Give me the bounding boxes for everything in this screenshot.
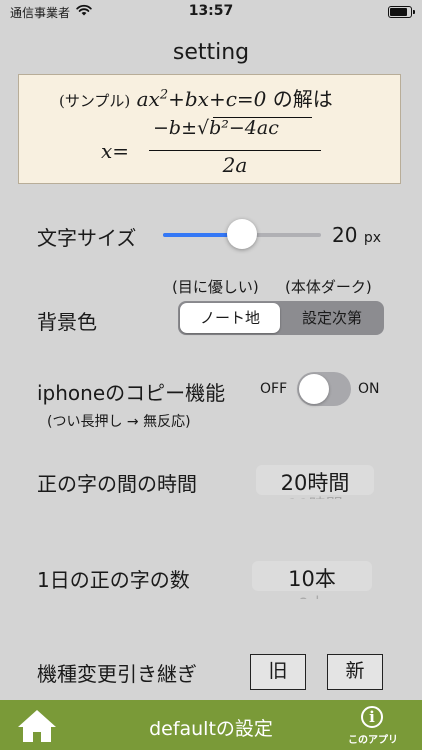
daily-count-picker-current[interactable]: 10本 [252,563,372,593]
sample-exponent: 2 [159,87,169,103]
background-segmented-control[interactable]: ノート地 設定次第 [178,301,384,335]
daily-count-label: 1日の正の字の数 [37,568,190,592]
sample-equation-line: (サンプル) ax2+bx+c=0 の解は [59,83,333,112]
sample-preview: (サンプル) ax2+bx+c=0 の解は x= −b±√b²−4ac 2a [18,74,401,184]
status-time: 13:57 [188,3,234,19]
font-size-unit: px [363,230,381,246]
sample-numerator: −b±√b²−4ac [153,117,279,139]
copy-feature-note: (つい長押し → 無反応) [47,414,191,430]
font-size-label: 文字サイズ [37,226,137,250]
font-size-value: 20 [332,223,358,247]
copy-feature-toggle[interactable] [297,372,351,406]
toggle-off-label: OFF [260,381,288,397]
copy-feature-label: iphoneのコピー機能 [37,381,226,405]
daily-count-picker-next[interactable]: 9本 [252,590,372,599]
migration-label: 機種変更引き継ぎ [37,662,197,686]
interval-label: 正の字の間の時間 [37,472,197,496]
toggle-knob [299,374,329,404]
status-bar: 通信事業者 13:57 [0,0,422,26]
background-caption-right: (本体ダーク) [285,278,372,296]
sample-denominator: 2a [222,153,248,177]
bottom-toolbar: defaultの設定 i このアプリ [0,700,422,750]
battery-icon [388,6,415,18]
daily-count-picker[interactable]: 10本 9本 [252,561,372,599]
font-size-slider-thumb[interactable] [227,219,257,249]
page-title: setting [172,40,250,65]
sample-equation-lhs: ax [136,87,160,111]
about-app-label[interactable]: このアプリ [343,731,403,746]
background-option-note[interactable]: ノート地 [180,303,280,333]
background-caption-left: (目に優しい) [172,278,259,296]
info-icon[interactable]: i [361,706,383,728]
sample-prefix: (サンプル) [59,92,131,110]
sample-suffix: の解は [272,87,333,111]
background-label: 背景色 [37,310,97,334]
migration-new-button[interactable]: 新 [327,654,383,690]
sample-formula: x= −b±√b²−4ac 2a [101,115,331,181]
background-option-system[interactable]: 設定次第 [282,303,382,333]
fraction-bar [149,150,321,151]
interval-picker-next[interactable]: 19時間 [256,491,374,499]
font-size-readout: 20 px [332,223,381,247]
sample-equation-rest: +bx+c=0 [168,87,267,111]
sqrt-overline [213,117,312,118]
migration-old-button[interactable]: 旧 [250,654,306,690]
sample-x-equals: x= [101,139,130,163]
interval-picker[interactable]: 20時間 19時間 [256,465,374,499]
toggle-on-label: ON [358,381,380,397]
